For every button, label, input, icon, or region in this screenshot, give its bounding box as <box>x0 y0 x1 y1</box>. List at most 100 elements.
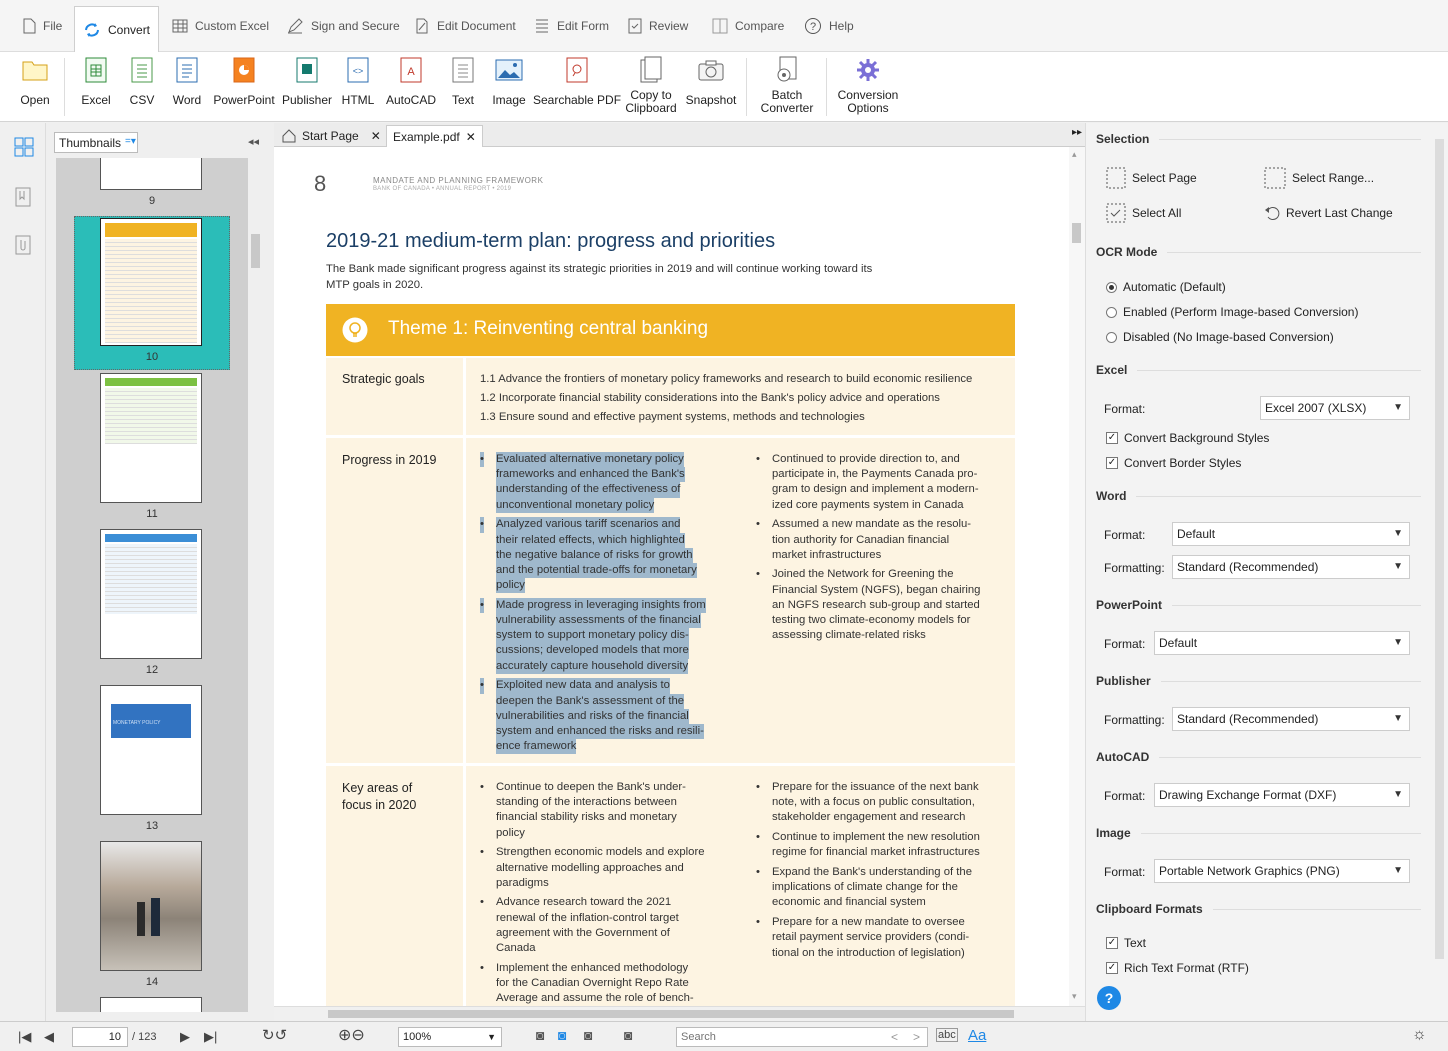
thumbnails-dropdown[interactable]: Thumbnails =▾ <box>54 132 138 153</box>
search-field[interactable]: < > <box>676 1027 928 1047</box>
search-next-icon[interactable]: > <box>913 1030 920 1044</box>
menu-edit-document[interactable]: Edit Document <box>406 6 524 46</box>
ppt-format-select[interactable]: Default ▼ <box>1154 631 1410 655</box>
menu-file[interactable]: File <box>14 6 70 46</box>
view-mode-icon[interactable]: ◙ <box>584 1027 592 1043</box>
clipboard-rtf-checkbox[interactable]: ✓ Rich Text Format (RTF) <box>1106 961 1249 975</box>
snapshot-button[interactable]: Snapshot <box>684 52 738 120</box>
menu-convert[interactable]: Convert <box>74 6 160 53</box>
intro-text: MTP goals in 2020. <box>326 279 424 291</box>
thumbnail-page-12[interactable] <box>100 529 202 659</box>
bullet-text-line: regime for financial market infrastructu… <box>772 846 980 859</box>
match-case-toggle[interactable]: Aa <box>968 1027 986 1044</box>
section-clipboard-formats: Clipboard Formats <box>1096 902 1421 916</box>
image-format-select[interactable]: Portable Network Graphics (PNG) ▼ <box>1154 859 1410 883</box>
view-mode-icon[interactable]: ◙ <box>624 1027 632 1043</box>
thumbnail-page-13[interactable]: MONETARY POLICY <box>100 685 202 815</box>
svg-text:A: A <box>407 66 415 78</box>
close-icon[interactable]: ✕ <box>466 130 476 144</box>
close-icon[interactable]: ✕ <box>371 129 381 143</box>
open-button[interactable]: Open <box>14 52 56 120</box>
word-formatting-select[interactable]: Standard (Recommended) ▼ <box>1172 555 1410 579</box>
select-page-button[interactable]: Select Page <box>1106 167 1197 189</box>
publisher-button[interactable]: Publisher <box>282 52 332 120</box>
previous-page-icon[interactable]: ◀ <box>44 1029 54 1045</box>
thumbnail-page-11[interactable] <box>100 373 202 503</box>
ocr-automatic-radio[interactable]: Automatic (Default) <box>1106 280 1226 294</box>
menu-compare[interactable]: Compare <box>704 6 792 46</box>
word-format-select[interactable]: Default ▼ <box>1172 522 1410 546</box>
menu-custom-excel[interactable]: Custom Excel <box>164 6 277 46</box>
excel-button[interactable]: Excel <box>76 52 116 120</box>
folder-icon <box>22 61 48 81</box>
batch-converter-button[interactable]: Batch Converter <box>756 52 818 120</box>
copy-to-clipboard-button[interactable]: Copy to Clipboard <box>624 52 678 120</box>
select-all-button[interactable]: Select All <box>1106 203 1181 223</box>
batch-converter-icon <box>777 56 797 82</box>
word-button[interactable]: Word <box>168 52 206 120</box>
csv-icon <box>131 57 153 83</box>
match-whole-word-toggle[interactable]: abc <box>936 1028 958 1042</box>
csv-button[interactable]: CSV <box>124 52 160 120</box>
page-number: 9 <box>148 195 156 207</box>
next-page-icon[interactable]: ▶ <box>180 1029 190 1045</box>
document-scrollbar[interactable]: ▴ ▾ <box>1069 147 1085 1006</box>
autocad-button[interactable]: A AutoCAD <box>384 52 438 120</box>
select-range-button[interactable]: Select Range... <box>1264 167 1374 189</box>
zoom-select[interactable]: 100% ▼ <box>398 1027 502 1047</box>
collapse-pane-icon[interactable]: ◂◂ <box>248 135 259 148</box>
bullet-text-line: stakeholder engagement and research <box>772 811 966 824</box>
view-mode-active-icon[interactable]: ◙ <box>558 1027 566 1043</box>
scroll-down-icon[interactable]: ▾ <box>1072 991 1077 1002</box>
menu-help[interactable]: ? Help <box>796 6 862 46</box>
attachment-icon[interactable] <box>15 235 31 255</box>
html-button[interactable]: <> HTML <box>338 52 378 120</box>
thumbnail-scrollbar[interactable] <box>248 158 264 1012</box>
text-button[interactable]: Text <box>444 52 482 120</box>
autocad-format-select[interactable]: Drawing Exchange Format (DXF) ▼ <box>1154 783 1410 807</box>
convert-border-styles-checkbox[interactable]: ✓ Convert Border Styles <box>1106 456 1241 470</box>
goal-text: 1.1 Advance the frontiers of monetary po… <box>480 373 973 385</box>
thumbnail-page-15[interactable] <box>100 997 202 1012</box>
image-button[interactable]: Image <box>488 52 530 120</box>
html-icon: <> <box>347 57 369 83</box>
revert-last-change-button[interactable]: Revert Last Change <box>1264 205 1393 221</box>
powerpoint-button[interactable]: PowerPoint <box>212 52 276 120</box>
bullet-text-line: Advance research toward the 2021 <box>496 896 672 909</box>
bullet-text-line: retail payment service providers (condi- <box>772 931 970 944</box>
clipboard-icon <box>640 56 662 83</box>
thumbnails-icon[interactable] <box>14 137 34 157</box>
conversion-options-button[interactable]: Conversion Options <box>834 52 902 120</box>
publisher-formatting-select[interactable]: Standard (Recommended) ▼ <box>1172 707 1410 731</box>
bookmark-icon[interactable] <box>15 187 31 207</box>
menu-sign-secure[interactable]: Sign and Secure <box>278 6 408 46</box>
searchable-pdf-button[interactable]: Searchable PDF <box>533 52 621 120</box>
clipboard-text-checkbox[interactable]: ✓ Text <box>1106 936 1146 950</box>
scroll-up-icon[interactable]: ▴ <box>1072 149 1077 160</box>
horizontal-scrollbar[interactable] <box>274 1006 1085 1021</box>
convert-icon <box>85 23 99 37</box>
brightness-icon[interactable]: ☼ <box>1412 1026 1427 1044</box>
tab-example-pdf[interactable]: Example.pdf ✕ <box>386 125 483 147</box>
options-scrollbar[interactable] <box>1432 123 1448 975</box>
menu-edit-form[interactable]: Edit Form <box>526 6 617 46</box>
excel-format-select[interactable]: Excel 2007 (XLSX) ▼ <box>1260 396 1410 420</box>
search-input[interactable] <box>677 1028 877 1046</box>
goal-text: 1.3 Ensure sound and effective payment s… <box>480 411 865 423</box>
page-number-input[interactable]: 10 <box>72 1027 128 1047</box>
search-previous-icon[interactable]: < <box>891 1030 898 1044</box>
view-mode-icon[interactable]: ◙ <box>536 1027 544 1043</box>
last-page-icon[interactable]: ▶| <box>204 1029 217 1045</box>
ocr-disabled-radio[interactable]: Disabled (No Image-based Conversion) <box>1106 330 1334 344</box>
tab-start-page[interactable]: Start Page ✕ <box>276 125 387 147</box>
menu-review[interactable]: Review <box>620 6 696 46</box>
expand-panel-icon[interactable]: ▸▸ <box>1072 127 1082 138</box>
help-icon[interactable]: ? <box>1096 985 1122 1011</box>
thumbnail-page-14[interactable] <box>100 841 202 971</box>
zoom-icon[interactable]: ⊕⊖ <box>338 1025 365 1045</box>
first-page-icon[interactable]: |◀ <box>18 1029 31 1045</box>
ocr-enabled-radio[interactable]: Enabled (Perform Image-based Conversion) <box>1106 305 1358 319</box>
thumbnail-page-9[interactable] <box>100 158 202 190</box>
convert-background-styles-checkbox[interactable]: ✓ Convert Background Styles <box>1106 431 1269 445</box>
rotate-icon[interactable]: ↻↺ <box>262 1026 287 1044</box>
